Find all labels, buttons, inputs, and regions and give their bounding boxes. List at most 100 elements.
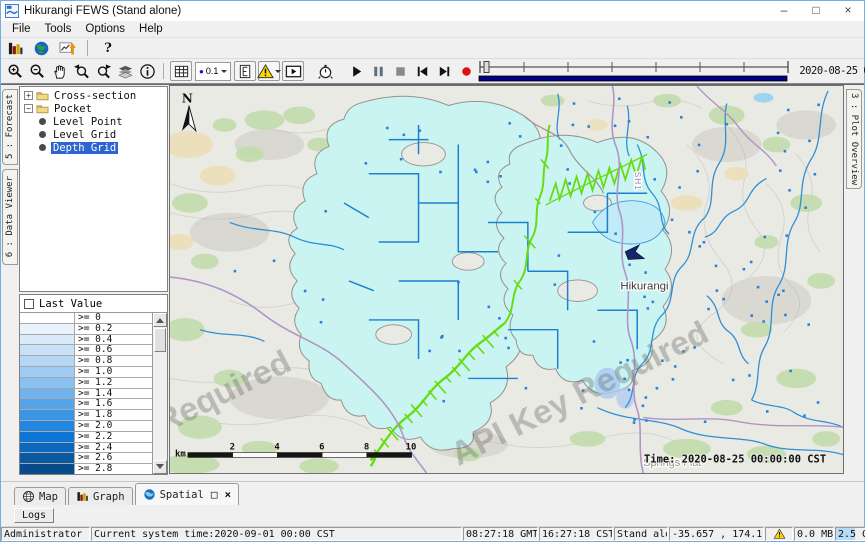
legend-row[interactable]: >= 2.8 [20, 464, 152, 474]
panel-tab-plot-overview[interactable]: 3 : Plot Overview [846, 89, 862, 189]
scroll-down-button[interactable] [153, 460, 167, 474]
chart-arrow-icon[interactable] [56, 38, 78, 58]
svg-text:SH1: SH1 [633, 172, 643, 191]
close-button[interactable]: × [832, 1, 864, 21]
timer-icon[interactable] [314, 61, 336, 81]
legend-header: Last Value [20, 295, 167, 312]
layer-tree: +Cross-section−PocketLevel PointLevel Gr… [19, 86, 168, 292]
grid-icon[interactable] [170, 61, 192, 81]
panel-tab-viewer[interactable]: 6 : Data Viewer [2, 169, 18, 265]
warning-icon[interactable] [258, 61, 280, 81]
zoom-in-icon[interactable] [4, 61, 26, 81]
pan-icon[interactable] [48, 61, 70, 81]
zoom-next-icon[interactable] [92, 61, 114, 81]
svg-text:2: 2 [230, 443, 235, 453]
legend-color-swatch [20, 399, 75, 409]
scrollbar-track[interactable] [153, 327, 167, 460]
map-time-label: Time: 2020-08-25 00:00:00 CST [644, 453, 826, 465]
minimize-button[interactable]: – [768, 1, 800, 21]
zoom-out-icon [29, 63, 46, 80]
time-slider[interactable] [477, 59, 794, 83]
tree-item-pocket[interactable]: −Pocket [20, 102, 167, 115]
record-icon[interactable] [455, 61, 477, 81]
legend-color-swatch [20, 356, 75, 366]
tab-map[interactable]: Map [14, 487, 66, 505]
layers-icon[interactable] [114, 61, 136, 81]
legend-table: >= 0>= 0.2>= 0.4>= 0.6>= 0.8>= 1.0>= 1.2… [20, 313, 152, 474]
legend-color-swatch [20, 367, 75, 377]
status-alerts[interactable] [765, 527, 793, 541]
logs-button[interactable]: Logs [14, 508, 54, 523]
tree-expander[interactable]: + [24, 91, 33, 100]
menu-bar: FileToolsOptionsHelp [1, 21, 864, 38]
pause-icon[interactable] [367, 61, 389, 81]
tree-expander[interactable]: − [24, 104, 33, 113]
tab-graph[interactable]: Graph [68, 487, 133, 505]
legend-row[interactable]: >= 0.2 [20, 324, 152, 335]
play-icon [348, 63, 365, 80]
app-window: Hikurangi FEWS (Stand alone) – □ × FileT… [0, 0, 865, 542]
warning-icon [773, 528, 786, 540]
step-back-icon [414, 63, 431, 80]
window-title: Hikurangi FEWS (Stand alone) [24, 5, 181, 17]
last-value-checkbox[interactable] [24, 299, 34, 309]
zoom-previous-icon[interactable] [70, 61, 92, 81]
timeline-date: 2020-08-25 00:00:00 CST [799, 65, 865, 77]
stop-icon[interactable] [389, 61, 411, 81]
tab-close-button[interactable]: × [224, 488, 231, 501]
help-icon[interactable]: ? [97, 38, 119, 58]
tree-item-cross-section[interactable]: +Cross-section [20, 89, 167, 102]
maximize-button[interactable]: □ [800, 1, 832, 21]
tree-item-depth-grid[interactable]: Depth Grid [20, 141, 167, 154]
zoom-previous-icon [73, 63, 90, 80]
left-tab-strip: 5 : Forecast 6 : Data Viewer [1, 85, 19, 481]
menu-tools[interactable]: Tools [38, 22, 79, 36]
stop-icon [392, 63, 409, 80]
tab-restore-button[interactable]: □ [211, 488, 218, 501]
time-slider-thumb[interactable] [484, 62, 489, 73]
info-icon[interactable] [136, 61, 158, 81]
threshold-combo[interactable]: ●0.1 [195, 62, 231, 81]
panel-tab-forecast[interactable]: 5 : Forecast [2, 89, 18, 165]
svg-text:N: N [182, 92, 193, 106]
scrollbar-thumb[interactable] [154, 328, 166, 352]
movie-icon[interactable] [282, 61, 304, 81]
legend-scrollbar[interactable] [152, 313, 167, 474]
status-local-time: 16:27:18 CST [539, 527, 613, 541]
menu-options[interactable]: Options [78, 22, 132, 36]
svg-text:10: 10 [406, 443, 417, 453]
legend-row[interactable]: >= 1.2 [20, 378, 152, 389]
step-back-icon[interactable] [411, 61, 433, 81]
svg-text:8: 8 [364, 443, 369, 453]
status-bar: AdministratorCurrent system time:2020-09… [1, 526, 864, 541]
timer-icon [317, 63, 334, 80]
zoom-next-icon [95, 63, 112, 80]
legend-color-swatch [20, 432, 75, 442]
globe-icon[interactable] [30, 38, 52, 58]
step-forward-icon [436, 63, 453, 80]
main-area: 5 : Forecast 6 : Data Viewer +Cross-secti… [1, 84, 864, 481]
status-user: Administrator [1, 527, 90, 541]
step-forward-icon[interactable] [433, 61, 455, 81]
layers-icon [117, 63, 134, 80]
tree-item-level-point[interactable]: Level Point [20, 115, 167, 128]
legend-row[interactable]: >= 2.2 [20, 432, 152, 443]
dropdown-arrow-icon [275, 70, 281, 76]
grid-icon [173, 63, 190, 80]
bar-chart-icon[interactable] [4, 38, 26, 58]
scroll-up-button[interactable] [153, 313, 167, 327]
zoom-out-icon[interactable] [26, 61, 48, 81]
bottom-tab-bar: MapGraphSpatial□× [1, 481, 864, 505]
play-icon[interactable] [345, 61, 367, 81]
legend-color-swatch [20, 421, 75, 431]
legend-color-swatch [20, 335, 75, 345]
tab-spatial[interactable]: Spatial□× [135, 483, 240, 505]
node-dot-icon [39, 144, 46, 151]
map-viewport[interactable]: API Key Required API Key Required Hikura… [169, 85, 844, 474]
menu-help[interactable]: Help [132, 22, 170, 36]
tree-item-level-grid[interactable]: Level Grid [20, 128, 167, 141]
main-toolbar: ? [1, 38, 864, 59]
svg-text:6: 6 [319, 443, 324, 453]
profile-icon[interactable] [234, 61, 256, 81]
menu-file[interactable]: File [5, 22, 38, 36]
